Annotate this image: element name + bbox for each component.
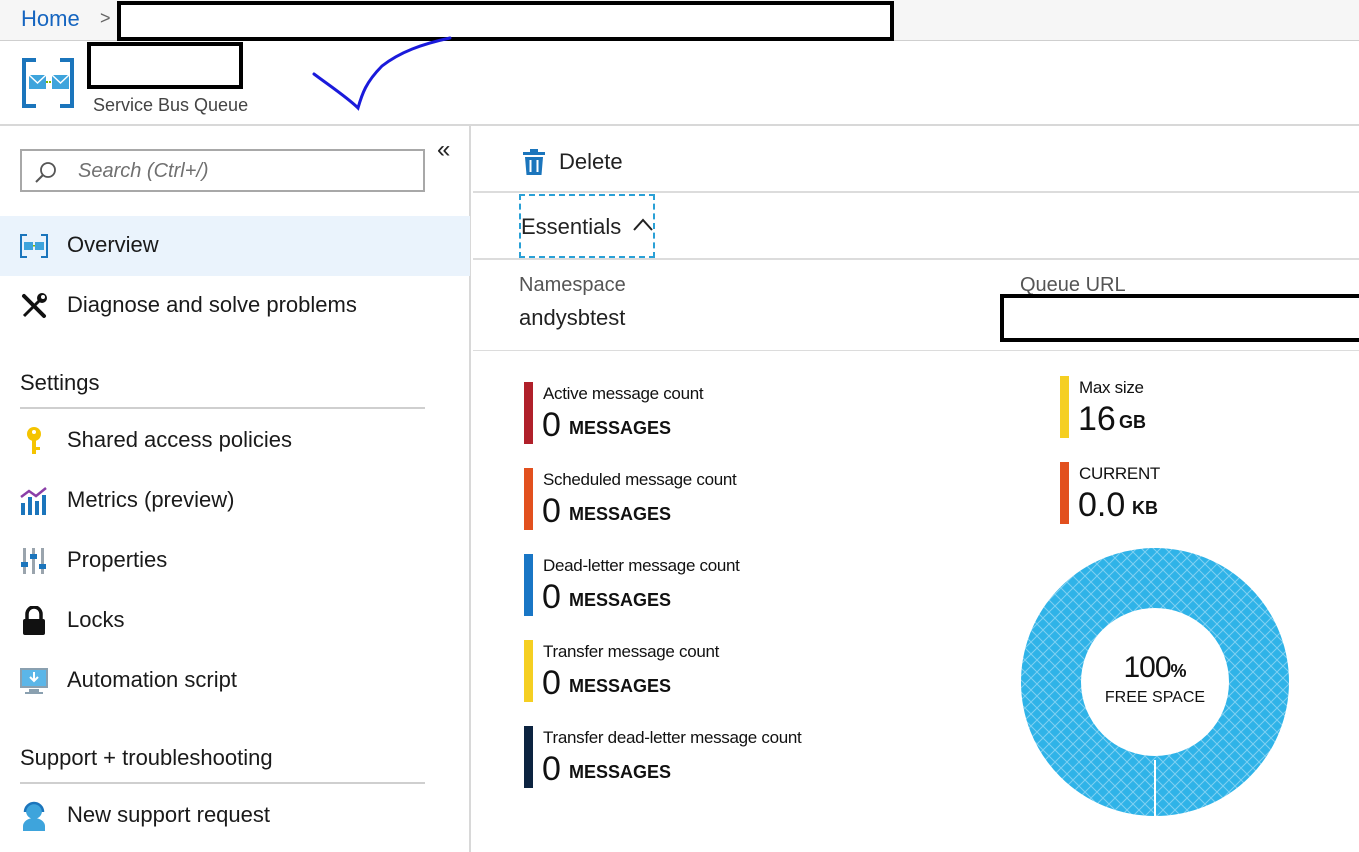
metric-color-bar [524,640,533,702]
sidebar-item-label: Properties [67,547,168,572]
sidebar: « Overview [0,126,471,852]
metric-unit: GB [1119,412,1146,432]
metric-value: 0 [542,664,561,702]
sidebar-item-diagnose[interactable]: Diagnose and solve problems [0,276,470,336]
sidebar-item-label: Automation script [67,667,237,692]
donut-percentage: 100% [1019,651,1291,685]
sidebar-item-label: Diagnose and solve problems [67,292,357,317]
metric-unit: MESSAGES [569,504,672,524]
metric-title: Active message count [543,384,704,403]
section-heading-settings: Settings [20,370,100,395]
sidebar-item-automation-script[interactable]: Automation script [0,651,470,711]
checkmark-annotation [312,36,452,111]
namespace-link[interactable]: andysbtest [519,305,625,331]
metric-unit: MESSAGES [569,676,672,696]
toolbar-divider [473,191,1359,193]
donut-percentage-unit: % [1170,661,1187,681]
metric-color-bar [1060,376,1069,438]
redacted-breadcrumb-box [117,1,894,41]
metric-unit: MESSAGES [569,590,672,610]
sidebar-item-label: New support request [67,802,270,827]
metric-color-bar [524,468,533,530]
metric-color-bar [524,554,533,616]
donut-percentage-value: 100 [1123,651,1171,684]
service-bus-queue-icon [18,230,50,262]
donut-label: FREE SPACE [1104,689,1206,706]
essentials-toggle[interactable]: Essentials [519,194,655,258]
metric-unit: MESSAGES [569,762,672,782]
sidebar-item-label: Overview [67,232,159,257]
metrics-chart-icon [18,485,50,517]
section-divider [20,782,425,784]
sidebar-item-label: Shared access policies [67,427,293,452]
metric-value: 16 [1078,400,1116,438]
metric-title: CURRENT [1079,464,1161,483]
fields-divider [473,350,1359,351]
redacted-queue-url-box [1000,294,1359,342]
support-person-icon [18,800,50,832]
metric-value: 0 [542,750,561,788]
metric-title: Transfer message count [543,642,720,661]
metric-title: Transfer dead-letter message count [543,728,802,747]
metric-value: 0 [542,492,561,530]
search-box[interactable] [20,149,425,192]
sidebar-item-new-support-request[interactable]: New support request [0,786,470,846]
section-heading-support: Support + troubleshooting [20,745,273,770]
breadcrumb-separator: > [100,8,111,28]
main-panel: Delete Essentials Namespace andysbtest Q… [473,126,1359,852]
search-input[interactable] [78,157,408,185]
lock-icon [18,605,50,637]
collapse-sidebar-icon[interactable]: « [437,136,450,164]
breadcrumb-home-link[interactable]: Home [21,6,80,32]
section-divider [20,407,425,409]
trash-icon [523,149,545,175]
metric-title: Scheduled message count [543,470,737,489]
essentials-label: Essentials [521,214,622,239]
search-icon [35,162,56,183]
properties-sliders-icon [18,545,50,577]
sidebar-item-properties[interactable]: Properties [0,531,470,591]
automation-download-icon [18,665,50,697]
metric-color-bar [524,726,533,788]
sidebar-item-label: Metrics (preview) [67,487,235,512]
breadcrumb: Home > [0,0,1359,41]
metric-value: 0 [542,578,561,616]
sidebar-item-metrics[interactable]: Metrics (preview) [0,471,470,531]
delete-label: Delete [559,149,623,174]
resource-type-label: Service Bus Queue [93,95,249,115]
essentials-divider [473,258,1359,260]
metric-value: 0 [542,406,561,444]
sidebar-item-overview[interactable]: Overview [0,216,470,276]
sidebar-item-label: Locks [67,607,125,632]
service-bus-queue-icon [22,58,74,108]
metric-unit: KB [1132,498,1158,518]
chevron-up-icon [633,218,653,231]
metric-color-bar [524,382,533,444]
namespace-label: Namespace [519,274,626,296]
redacted-resource-name-box [87,42,243,89]
sidebar-item-locks[interactable]: Locks [0,591,470,651]
metric-unit: MESSAGES [569,418,672,438]
metric-title: Dead-letter message count [543,556,740,575]
metric-title: Max size [1079,378,1144,397]
delete-button[interactable]: Delete [521,144,623,180]
wrench-screwdriver-icon [18,290,50,322]
metric-color-bar [1060,462,1069,524]
key-icon [18,425,50,457]
metric-value: 0.0 [1078,486,1126,524]
sidebar-item-shared-access-policies[interactable]: Shared access policies [0,411,470,471]
